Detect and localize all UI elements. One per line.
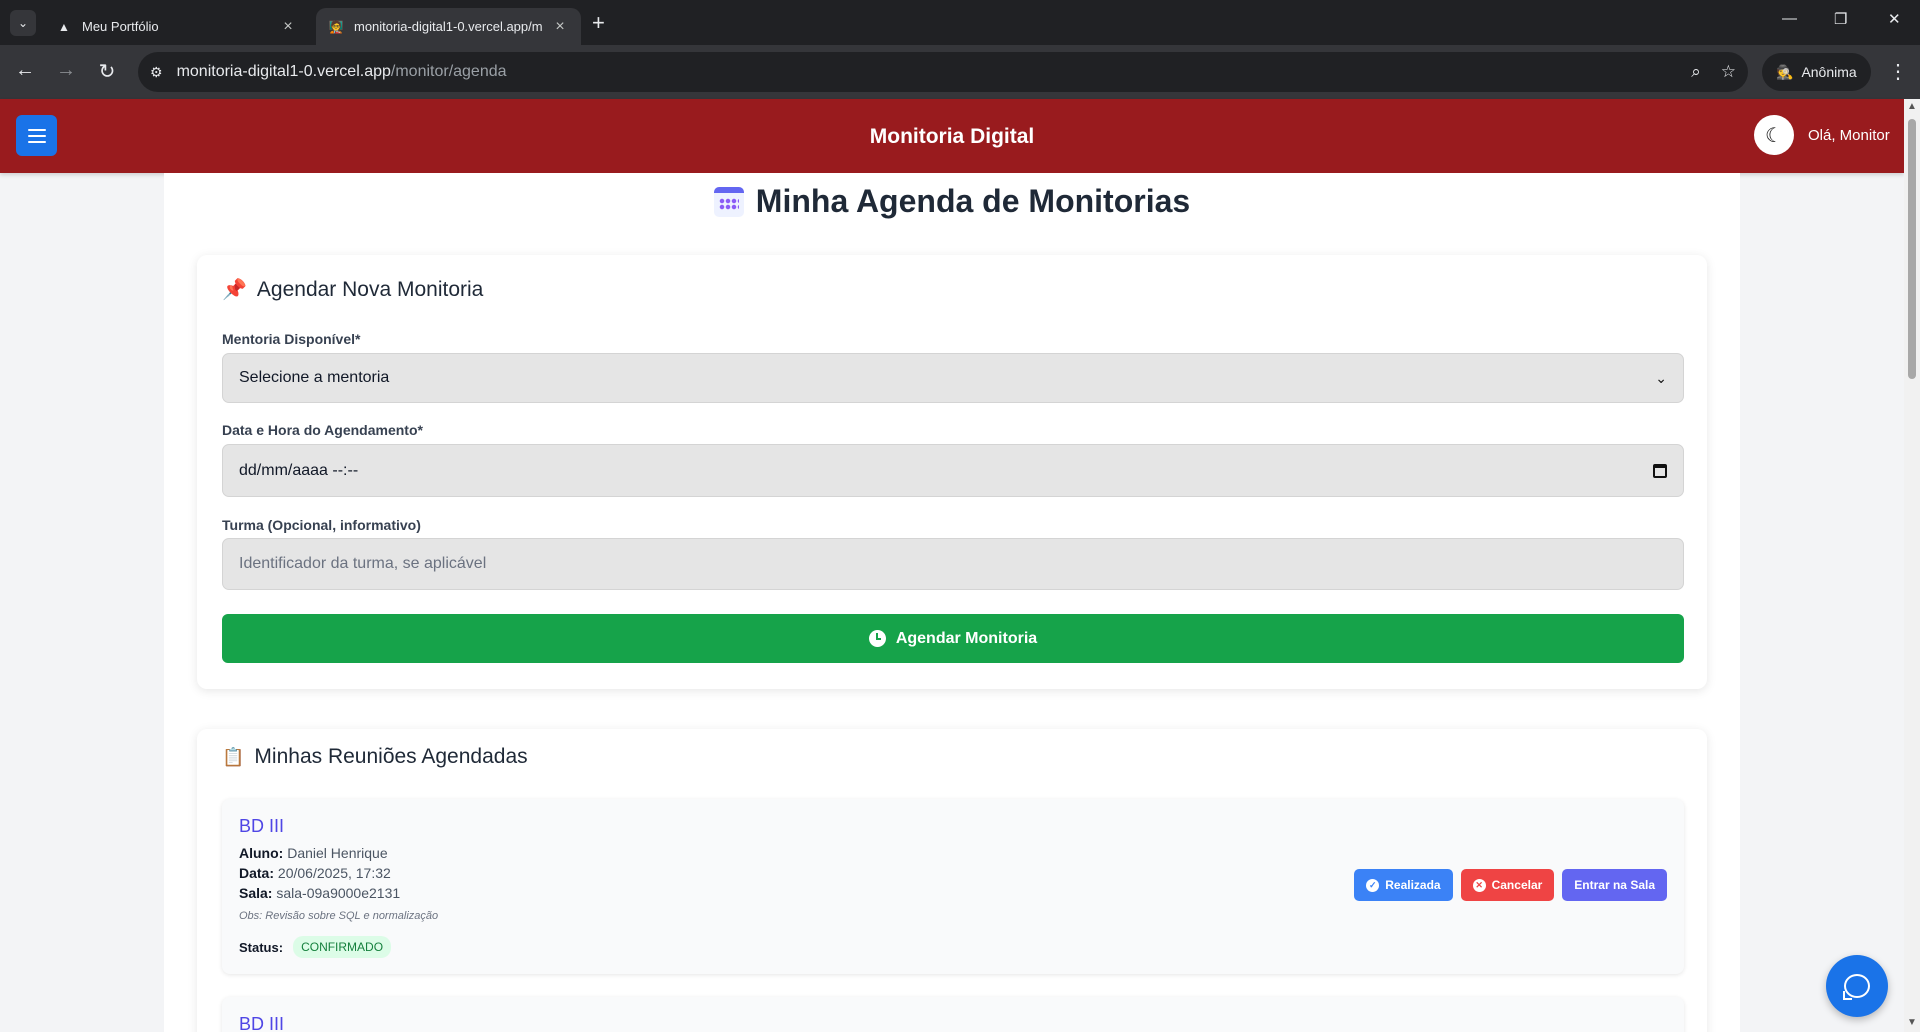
- browser-toolbar: ← → ↻ ⚙ monitoria-digital1-0.vercel.app/…: [0, 45, 1920, 99]
- reload-icon[interactable]: ↻: [94, 59, 120, 84]
- back-icon[interactable]: ←: [12, 59, 38, 82]
- restore-icon[interactable]: ❐: [1834, 10, 1847, 28]
- meeting-item: BD III: [222, 997, 1684, 1032]
- mark-done-button[interactable]: ✓ Realizada: [1354, 869, 1453, 901]
- tab-title: monitoria-digital1-0.vercel.app/m: [354, 19, 543, 34]
- turma-label: Turma (Opcional, informativo): [222, 517, 421, 533]
- chat-button[interactable]: [1826, 955, 1888, 1017]
- scroll-up-icon[interactable]: ▲: [1907, 101, 1917, 112]
- url-text[interactable]: monitoria-digital1-0.vercel.app/monitor/…: [177, 63, 1672, 81]
- tab-title: Meu Portfólio: [82, 19, 159, 34]
- minimize-icon[interactable]: —: [1782, 10, 1797, 27]
- close-window-icon[interactable]: ✕: [1888, 10, 1901, 28]
- datetime-label: Data e Hora do Agendamento*: [222, 422, 423, 438]
- enter-room-button[interactable]: Entrar na Sala: [1562, 869, 1667, 901]
- triangle-icon: ▲: [58, 19, 70, 34]
- app-header: Monitoria Digital ☾ Olá, Monitor: [0, 99, 1904, 173]
- meeting-title: BD III: [239, 1014, 285, 1032]
- clock-icon: [868, 630, 886, 647]
- bookmark-star-icon[interactable]: ☆: [1721, 62, 1736, 82]
- meeting-aluno: Aluno: Daniel Henrique: [239, 845, 388, 861]
- meetings-card: 📋 Minhas Reuniões Agendadas BD III Aluno…: [197, 729, 1707, 1032]
- schedule-form-card: 📌 Agendar Nova Monitoria Mentoria Dispon…: [197, 255, 1707, 689]
- calendar-picker-icon[interactable]: [1653, 463, 1667, 478]
- new-tab-button[interactable]: +: [592, 10, 605, 36]
- cancel-meeting-button[interactable]: ✕ Cancelar: [1460, 869, 1555, 901]
- tab-search-button[interactable]: ⌄: [10, 10, 36, 36]
- browser-tab[interactable]: ▲ Meu Portfólio ×: [44, 8, 309, 45]
- user-greeting: Olá, Monitor: [1808, 127, 1890, 144]
- browser-tabbar: ⌄ ▲ Meu Portfólio × 🧑‍🏫 monitoria-digita…: [0, 0, 1920, 45]
- schedule-submit-button[interactable]: Agendar Monitoria: [222, 614, 1684, 663]
- app-icon: 🧑‍🏫: [328, 19, 344, 34]
- meetings-heading: 📋 Minhas Reuniões Agendadas: [222, 745, 528, 768]
- zoom-icon[interactable]: ⌕: [1691, 62, 1701, 82]
- meeting-sala: Sala: sala-09a9000e2131: [239, 885, 401, 901]
- forward-icon[interactable]: →: [53, 59, 79, 82]
- mentoria-select[interactable]: Selecione a mentoria ⌄: [222, 353, 1684, 403]
- datetime-input[interactable]: dd/mm/aaaa --:--: [222, 444, 1684, 497]
- chat-bubble-icon: [1843, 974, 1870, 1000]
- meeting-data: Data: 20/06/2025, 17:32: [239, 865, 391, 881]
- form-heading: 📌 Agendar Nova Monitoria: [222, 277, 484, 302]
- clipboard-icon: 📋: [222, 746, 245, 767]
- turma-input[interactable]: Identificador da turma, se aplicável: [222, 538, 1684, 590]
- page-scrollbar[interactable]: ▲ ▼: [1904, 99, 1920, 1032]
- chevron-down-icon: ⌄: [1655, 369, 1667, 386]
- pushpin-icon: 📌: [222, 279, 247, 301]
- page-title: Minha Agenda de Monitorias: [164, 183, 1740, 220]
- close-tab-icon[interactable]: ×: [279, 18, 297, 36]
- app-title: Monitoria Digital: [869, 125, 1035, 148]
- calendar-icon: [713, 186, 744, 217]
- meeting-actions: ✓ Realizada ✕ Cancelar Entrar na Sala: [1354, 869, 1667, 901]
- address-bar[interactable]: ⚙ monitoria-digital1-0.vercel.app/monito…: [138, 52, 1748, 92]
- meeting-title: BD III: [239, 816, 285, 836]
- incognito-badge[interactable]: 🕵 Anônima: [1762, 53, 1871, 91]
- meeting-status: Status: CONFIRMADO: [239, 936, 392, 958]
- moon-icon[interactable]: ☾: [1754, 115, 1794, 155]
- status-badge: CONFIRMADO: [293, 936, 392, 958]
- browser-menu-icon[interactable]: ⋮: [1888, 59, 1908, 84]
- scroll-down-icon[interactable]: ▼: [1907, 1017, 1917, 1028]
- browser-tab-active[interactable]: 🧑‍🏫 monitoria-digital1-0.vercel.app/m ×: [316, 8, 581, 45]
- meeting-obs: Obs: Revisão sobre SQL e normalização: [239, 910, 439, 922]
- meeting-item: BD III Aluno: Daniel Henrique Data: 20/0…: [222, 799, 1684, 974]
- mentoria-label: Mentoria Disponível*: [222, 331, 361, 347]
- incognito-icon: 🕵: [1776, 63, 1794, 80]
- check-circle-icon: ✓: [1366, 878, 1380, 892]
- scrollbar-thumb[interactable]: [1908, 119, 1916, 379]
- main-container: Minha Agenda de Monitorias 📌 Agendar Nov…: [164, 173, 1740, 1032]
- close-tab-icon[interactable]: ×: [551, 18, 569, 36]
- x-circle-icon: ✕: [1472, 878, 1486, 892]
- site-info-icon[interactable]: ⚙: [150, 64, 163, 81]
